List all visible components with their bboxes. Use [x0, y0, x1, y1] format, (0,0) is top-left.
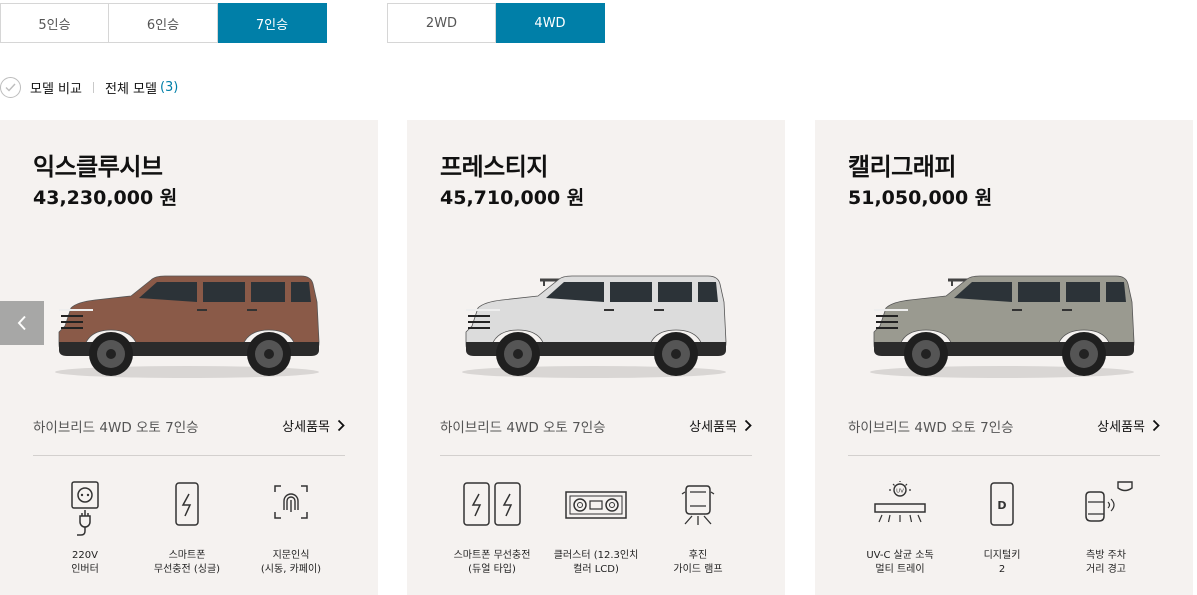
- power-outlet-icon: [30, 480, 140, 546]
- trim-label: 하이브리드 4WD 오토 7인승: [848, 420, 1014, 436]
- divider: [33, 455, 345, 456]
- uv-c-sterilization-tray-icon: UV: [845, 480, 955, 546]
- filter-4wd[interactable]: 4WD: [496, 3, 605, 43]
- compare-row: 모델 비교 전체 모델 (3): [0, 76, 178, 98]
- model-count: (3): [159, 79, 179, 95]
- separator: [92, 81, 94, 93]
- filter-7-seats[interactable]: 7인승: [218, 3, 327, 43]
- compare-checkbox[interactable]: [0, 76, 21, 98]
- detail-link-label: 상세품목: [282, 420, 330, 435]
- compare-label[interactable]: 모델 비교: [30, 78, 82, 97]
- detail-link-label: 상세품목: [689, 420, 737, 435]
- svg-text:UV: UV: [896, 489, 904, 495]
- seat-filter-group: 5인승 6인승 7인승: [0, 3, 327, 43]
- trim-label: 하이브리드 4WD 오토 7인승: [33, 420, 199, 436]
- feature-label: 측방 주차 거리 경고: [1086, 550, 1126, 575]
- filter-6-seats[interactable]: 6인승: [109, 3, 218, 43]
- wireless-charging-phone-icon: [132, 480, 242, 546]
- svg-text:D: D: [997, 499, 1006, 512]
- model-price: 43,230,000 원: [33, 187, 178, 209]
- feature-label: 후진 가이드 램프: [673, 550, 723, 575]
- drive-filter-group: 2WD 4WD: [387, 3, 605, 43]
- side-parking-distance-warning-icon: [1051, 480, 1161, 546]
- dual-wireless-charging-icon: [437, 480, 547, 546]
- chevron-left-icon: [17, 315, 26, 331]
- chevron-right-icon: [1152, 419, 1160, 432]
- detail-link[interactable]: 상세품목: [689, 416, 752, 435]
- feature-label: 스마트폰 무선충전 (듀얼 타입): [453, 550, 531, 575]
- feature-item: 220V 인버터: [30, 480, 140, 577]
- feature-item: D 디지털키 2: [947, 480, 1057, 577]
- feature-label: UV-C 살균 소독 멀티 트레이: [866, 550, 934, 575]
- filter-2wd[interactable]: 2WD: [387, 3, 496, 43]
- car-image: [462, 275, 727, 378]
- all-models-label: 전체 모델: [104, 81, 157, 97]
- feature-item: 클러스터 (12.3인치 컬러 LCD): [541, 480, 651, 577]
- feature-label: 디지털키 2: [983, 550, 1021, 575]
- model-name: 캘리그래피: [848, 153, 956, 181]
- model-card-prestige[interactable]: 프레스티지 45,710,000 원 하이브리드 4WD 오토 7인승 상세품목…: [407, 120, 785, 595]
- divider: [440, 455, 752, 456]
- feature-item: 스마트폰 무선충전 (싱글): [132, 480, 242, 577]
- detail-link[interactable]: 상세품목: [282, 416, 345, 435]
- feature-item: 지문인식 (시동, 카페이): [236, 480, 346, 577]
- model-card-calligraphy[interactable]: 캘리그래피 51,050,000 원 하이브리드 4WD 오토 7인승 상세품목…: [815, 120, 1193, 595]
- rear-guide-lamp-icon: [643, 480, 753, 546]
- filter-5-seats[interactable]: 5인승: [0, 3, 109, 43]
- checkmark-icon: [5, 83, 16, 92]
- car-image: [870, 275, 1135, 378]
- feature-item: 후진 가이드 램프: [643, 480, 753, 577]
- divider: [848, 455, 1160, 456]
- digital-key-icon: D: [947, 480, 1057, 546]
- car-image: [55, 275, 320, 378]
- detail-link[interactable]: 상세품목: [1097, 416, 1160, 435]
- instrument-cluster-icon: [541, 480, 651, 546]
- feature-label: 지문인식 (시동, 카페이): [260, 550, 322, 575]
- model-name: 프레스티지: [440, 153, 548, 181]
- carousel-prev-button[interactable]: [0, 301, 44, 345]
- feature-item: UV UV-C 살균 소독 멀티 트레이: [845, 480, 955, 577]
- feature-item: 스마트폰 무선충전 (듀얼 타입): [437, 480, 547, 577]
- chevron-right-icon: [744, 419, 752, 432]
- feature-label: 220V 인버터: [71, 550, 99, 575]
- model-name: 익스클루시브: [33, 153, 163, 181]
- fingerprint-icon: [236, 480, 346, 546]
- model-price: 45,710,000 원: [440, 187, 585, 209]
- detail-link-label: 상세품목: [1097, 420, 1145, 435]
- model-card-exclusive[interactable]: 익스클루시브 43,230,000 원 하이브리드 4WD 오토 7인승 상세품…: [0, 120, 378, 595]
- trim-label: 하이브리드 4WD 오토 7인승: [440, 420, 606, 436]
- model-price: 51,050,000 원: [848, 187, 993, 209]
- feature-item: 측방 주차 거리 경고: [1051, 480, 1161, 577]
- chevron-right-icon: [337, 419, 345, 432]
- feature-label: 스마트폰 무선충전 (싱글): [153, 550, 221, 575]
- feature-label: 클러스터 (12.3인치 컬러 LCD): [553, 550, 639, 575]
